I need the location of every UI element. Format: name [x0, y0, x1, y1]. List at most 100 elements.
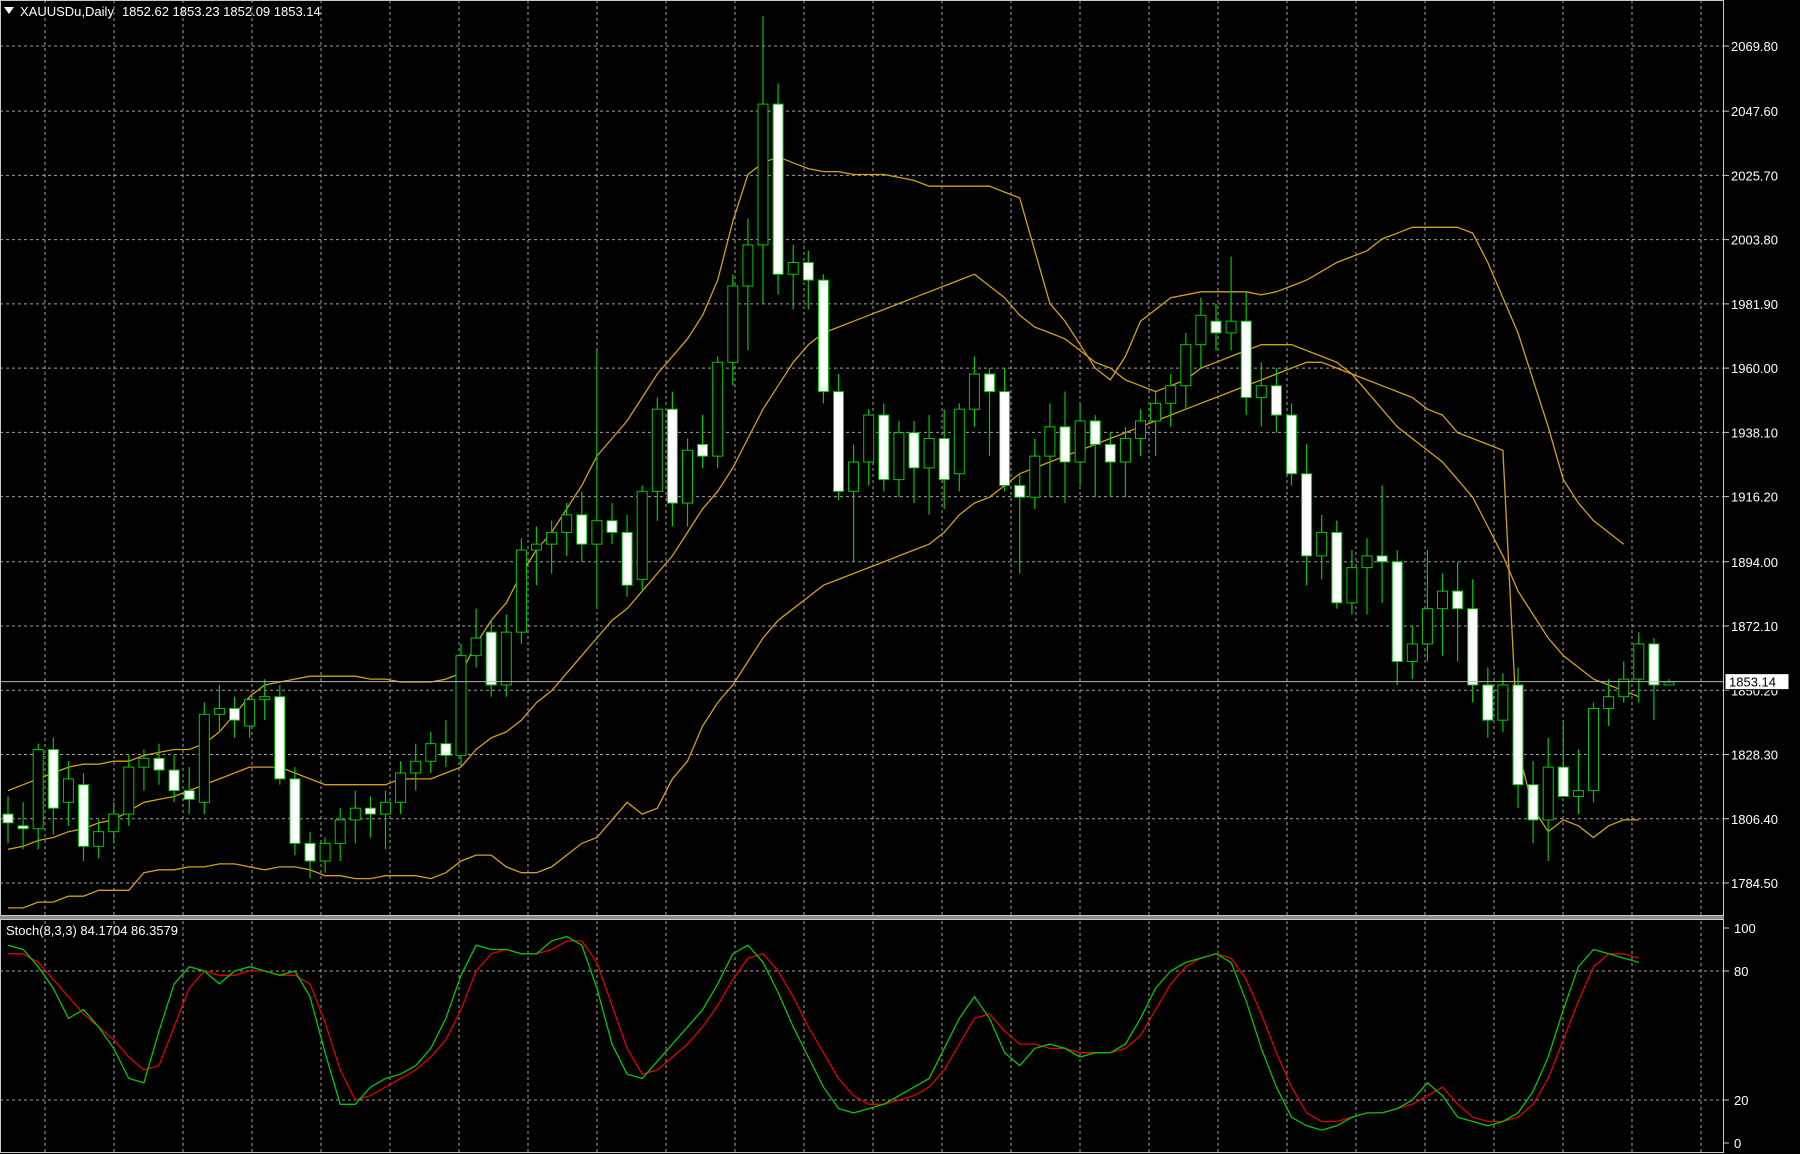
bearish-candle-body: [878, 414, 890, 481]
bearish-candle-body: [274, 696, 286, 780]
bullish-candle-body: [62, 778, 74, 803]
bearish-candle-body: [1557, 766, 1569, 797]
candle: [833, 373, 844, 501]
bearish-candle-body: [1452, 590, 1464, 610]
bullish-candle-body: [742, 244, 754, 287]
price-tick-label: 1894.00: [1731, 555, 1778, 570]
bearish-candle-body: [78, 784, 89, 847]
bullish-candle-body: [1437, 590, 1448, 610]
bullish-candle-body: [1180, 344, 1192, 387]
bearish-candle-body: [621, 531, 633, 586]
bullish-candle-body: [410, 760, 422, 774]
candle: [817, 274, 829, 404]
bearish-candle-body: [485, 631, 497, 686]
price-tick-label: 1981.90: [1731, 297, 1778, 312]
bullish-candle-body: [380, 801, 391, 815]
bullish-candle-body: [470, 637, 482, 657]
candle: [1331, 520, 1343, 609]
candle: [636, 485, 648, 592]
bearish-candle-body: [183, 790, 195, 800]
bullish-candle-body: [1603, 696, 1615, 709]
bearish-candle-body: [304, 842, 316, 862]
candle: [878, 403, 890, 492]
bearish-candle-body: [817, 279, 829, 393]
bearish-candle-body: [1648, 643, 1660, 686]
bearish-candle-body: [440, 743, 452, 756]
candle: [274, 684, 286, 785]
bullish-candle-body: [93, 831, 105, 847]
price-tick-label: 2069.80: [1731, 39, 1778, 54]
bullish-candle-body: [1361, 555, 1373, 569]
bearish-candle-body: [833, 391, 844, 492]
bullish-candle-body: [787, 262, 799, 275]
bearish-candle-body: [1014, 484, 1026, 498]
bullish-candle-body: [334, 819, 346, 844]
bullish-candle-body: [259, 696, 271, 701]
bullish-candle-body: [953, 408, 965, 475]
bearish-candle-body: [1240, 320, 1252, 398]
stoch-tick-label: 100: [1734, 921, 1756, 936]
bearish-candle-body: [1527, 784, 1539, 821]
bearish-candle-body: [1089, 420, 1101, 445]
candle: [455, 643, 467, 768]
symbol-label: XAUUSDu,Daily 1852.62 1853.23 1852.09 185…: [20, 4, 321, 19]
bullish-candle-body: [1029, 455, 1041, 498]
bullish-candle-body: [531, 543, 542, 551]
bearish-candle-body: [1104, 443, 1116, 463]
panel-separator[interactable]: [0, 916, 1724, 919]
bullish-candle-body: [455, 655, 467, 756]
stoch-title: Stoch(8,3,3) 84.1704 86.3579: [6, 923, 178, 938]
bearish-candle-body: [1391, 561, 1403, 663]
price-tick-label: 1960.00: [1731, 361, 1778, 376]
bullish-candle-body: [244, 699, 256, 727]
price-tick-label: 2047.60: [1731, 104, 1778, 119]
bullish-candle-body: [425, 743, 437, 762]
chart-canvas: XAUUSDu,Daily 1852.62 1853.23 1852.09 185…: [0, 0, 1800, 1154]
bearish-candle-body: [697, 443, 709, 457]
bearish-candle-body: [984, 373, 995, 393]
chart-background: [0, 0, 1800, 1154]
candle: [712, 356, 724, 468]
bullish-candle-body: [923, 438, 935, 469]
bearish-candle-body: [17, 825, 29, 830]
bearish-candle-body: [1376, 555, 1388, 563]
bullish-candle-body: [1316, 531, 1328, 557]
bullish-candle-body: [893, 432, 905, 481]
bullish-candle-body: [138, 757, 150, 768]
bearish-candle-body: [47, 749, 59, 809]
bullish-candle-body: [682, 449, 693, 504]
bearish-candle-body: [1331, 531, 1343, 604]
bullish-candle-body: [636, 490, 648, 580]
candle: [1286, 403, 1297, 486]
bullish-candle-body: [1346, 567, 1358, 604]
current-price-tag: 1853.14: [1724, 673, 1790, 691]
bullish-candle-body: [1663, 681, 1675, 686]
bearish-candle-body: [908, 432, 920, 469]
bullish-candle-body: [848, 461, 860, 492]
bullish-candle-body: [1150, 402, 1162, 422]
bearish-candle-body: [1301, 473, 1313, 557]
price-tick-label: 1938.10: [1731, 425, 1778, 440]
bullish-candle-body: [1135, 420, 1146, 440]
bullish-candle-body: [1421, 608, 1433, 645]
bullish-candle-body: [1497, 684, 1509, 721]
bullish-candle-body: [1119, 438, 1131, 463]
price-tag-text: 1853.14: [1729, 675, 1776, 690]
price-tick-label: 1828.30: [1731, 748, 1778, 763]
candle: [772, 83, 784, 295]
bullish-candle-body: [1225, 320, 1237, 334]
bullish-candle-body: [712, 361, 724, 457]
bearish-candle-body: [576, 514, 588, 545]
bearish-candle-body: [1059, 426, 1071, 463]
bearish-candle-body: [364, 807, 376, 815]
bullish-candle-body: [757, 103, 769, 246]
price-tick-label: 1784.50: [1731, 876, 1778, 891]
bullish-candle-body: [1406, 643, 1418, 663]
bullish-candle-body: [123, 766, 135, 815]
price-tick-label: 2003.80: [1731, 233, 1778, 248]
bearish-candle-body: [153, 757, 165, 771]
bullish-candle-body: [561, 514, 573, 533]
candle: [198, 702, 210, 815]
bullish-candle-body: [1074, 420, 1086, 463]
bullish-candle-body: [546, 531, 558, 545]
